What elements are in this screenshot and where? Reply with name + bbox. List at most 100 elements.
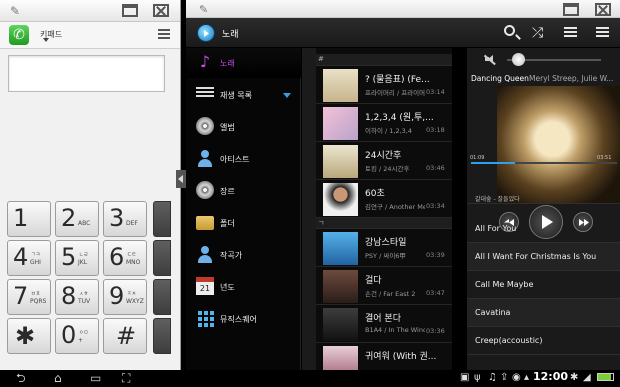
search-icon[interactable] — [504, 25, 515, 36]
playlist-add-icon[interactable] — [564, 27, 577, 38]
side-button[interactable] — [153, 240, 171, 276]
dial-key-#[interactable]: # — [103, 318, 147, 354]
total-time: 03:51 — [597, 155, 612, 161]
maximize-button[interactable] — [122, 4, 138, 17]
side-button[interactable] — [153, 279, 171, 315]
queue-item-label: All I Want For Christmas Is You — [475, 252, 597, 261]
volume-knob[interactable] — [512, 53, 525, 66]
queue-item[interactable]: 갈대숲 - 잘들었다 — [467, 194, 620, 204]
song-row[interactable]: 24시간후 토킹 / 24시간후 03:46 — [316, 142, 452, 180]
queue-item[interactable]: Call Me Maybe — [467, 271, 620, 299]
category-albums[interactable]: 앨범 — [186, 112, 301, 142]
dial-key-letters: JKL — [78, 259, 88, 266]
album-art — [323, 183, 358, 216]
song-row[interactable]: 결어 본다 B1A4 / In The Wind 03:36 — [316, 305, 452, 343]
song-title: 걸다 — [365, 276, 382, 286]
queue-item[interactable]: Cavatina — [467, 299, 620, 327]
pin-icon[interactable]: ✎ — [199, 3, 208, 16]
album-art — [323, 145, 358, 178]
close-button[interactable] — [153, 4, 169, 17]
phone-number-field[interactable] — [8, 55, 165, 92]
music-note-icon: ♫ — [488, 372, 497, 383]
song-artist-album: 손건 / Far East 2 — [365, 290, 416, 298]
song-row[interactable]: 1,2,3,4 (원,투,... 이하이 / 1,2,3,4 03:18 — [316, 104, 452, 142]
dial-key-0[interactable]: 0 ㅇㅁ + — [55, 318, 99, 354]
usb-icon: ψ — [474, 372, 481, 383]
dial-key-digit: ✱ — [15, 322, 36, 350]
dial-key-digit: # — [116, 322, 137, 350]
chevron-down-icon[interactable] — [283, 93, 291, 98]
category-label: 노래 — [220, 59, 235, 68]
dial-key-9[interactable]: 9 ㅈㅊ WXYZ — [103, 279, 147, 315]
queue-item[interactable]: Creep(accoustic) — [467, 327, 620, 355]
section-label: # — [318, 55, 324, 63]
dial-key-4[interactable]: 4 ㄱㅋ GHI — [7, 240, 51, 276]
pin-icon[interactable]: ✎ — [10, 4, 20, 18]
album-art — [323, 69, 358, 102]
clock[interactable]: 12:00 — [533, 370, 568, 383]
wifi-icon: ◢ — [583, 372, 591, 383]
dial-key-2[interactable]: 2 ABC — [55, 201, 99, 237]
home-icon[interactable]: ⌂ — [54, 372, 62, 385]
queue-item[interactable]: All For You — [467, 215, 620, 243]
dial-key-3[interactable]: 3 DEF — [103, 201, 147, 237]
queue-item[interactable]: All I Want For Christmas Is You — [467, 243, 620, 271]
dialer-header: ✆ 키패드 — [0, 22, 180, 49]
menu-icon[interactable] — [596, 27, 609, 38]
album-art — [323, 346, 358, 370]
category-label: 장르 — [220, 187, 235, 196]
category-label: 재생 목록 — [220, 91, 252, 100]
category-artists[interactable]: 아티스트 — [186, 144, 301, 174]
dial-key-1[interactable]: 1 — [7, 201, 51, 237]
dial-key-✱[interactable]: ✱ — [7, 318, 51, 354]
category-years[interactable]: 21 년도 — [186, 272, 301, 302]
song-list[interactable]: # ㄱ ? (물음표) (Fe... 프라이머리 / 프라이머리 03:14 1… — [302, 48, 452, 370]
side-button[interactable] — [153, 201, 171, 237]
category-label: 앨범 — [220, 123, 235, 132]
side-button[interactable] — [153, 318, 171, 354]
category-composers[interactable]: 작곡가 — [186, 240, 301, 270]
category-genres[interactable]: 장르 — [186, 176, 301, 206]
album-art — [323, 232, 358, 265]
dialer-titlebar[interactable]: ✎ — [0, 0, 180, 22]
dial-key-8[interactable]: 8 ㅅㅎ TUV — [55, 279, 99, 315]
dial-key-6[interactable]: 6 ㄷㅌ MNO — [103, 240, 147, 276]
back-icon[interactable]: ⮌ — [16, 372, 26, 385]
song-title: ? (물음표) (Fe... — [365, 75, 430, 85]
dial-key-letters: DEF — [126, 220, 138, 227]
dial-key-hangul: ㄴㄹ — [79, 252, 89, 258]
shuffle-icon[interactable]: ⤮ — [532, 25, 543, 41]
menu-icon[interactable] — [158, 29, 170, 40]
index-scrollbar[interactable] — [302, 48, 316, 370]
dial-key-7[interactable]: 7 ㅂㅍ PQRS — [7, 279, 51, 315]
folder-icon — [196, 216, 214, 230]
song-row[interactable]: 걸다 손건 / Far East 2 03:47 — [316, 267, 452, 305]
song-row[interactable]: 귀여워 (With 권... — [316, 343, 452, 370]
category-playlists[interactable]: 재생 목록 — [186, 80, 301, 110]
category-folders[interactable]: 폴더 — [186, 208, 301, 238]
category-label: 뮤직스퀘어 — [220, 315, 257, 324]
now-playing-panel: Dancing Queen Meryl Streep, Julie W... 0… — [467, 48, 620, 370]
song-row[interactable]: ? (물음표) (Fe... 프라이머리 / 프라이머리 03:14 — [316, 66, 452, 104]
music-window: ✎ 노래 ⤮ ♪ 노래 재생 목록 앨범 아티스트 장르 폴더 작곡가 21 년… — [186, 0, 620, 370]
recent-apps-icon[interactable]: ▭ — [90, 372, 101, 385]
category-songs[interactable]: ♪ 노래 — [186, 48, 301, 78]
song-row[interactable]: 강남스타일 PSY / 싸이6甲 03:39 — [316, 229, 452, 267]
dial-key-digit: 0 — [61, 321, 77, 349]
maximize-button[interactable] — [563, 3, 579, 16]
collapse-handle[interactable] — [176, 170, 186, 188]
close-button[interactable] — [595, 3, 611, 16]
now-playing-album-art[interactable] — [497, 86, 620, 204]
dial-key-letters: PQRS — [30, 298, 47, 305]
signal-icon: ▴ — [524, 372, 530, 383]
bluetooth-icon: ✱ — [570, 372, 579, 383]
category-label: 작곡가 — [220, 251, 243, 260]
screenshot-icon[interactable]: ⛶ — [122, 372, 130, 385]
queue-item-label: 갈대숲 - 잘들었다 — [475, 196, 520, 203]
music-titlebar[interactable]: ✎ — [186, 0, 620, 18]
progress-bar[interactable] — [471, 162, 617, 164]
song-row[interactable]: 60초 김연구 / Another Me 03:34 — [316, 180, 452, 218]
song-title: 강남스타일 — [365, 238, 407, 248]
category-music-square[interactable]: 뮤직스퀘어 — [186, 304, 301, 334]
dial-key-5[interactable]: 5 ㄴㄹ JKL — [55, 240, 99, 276]
